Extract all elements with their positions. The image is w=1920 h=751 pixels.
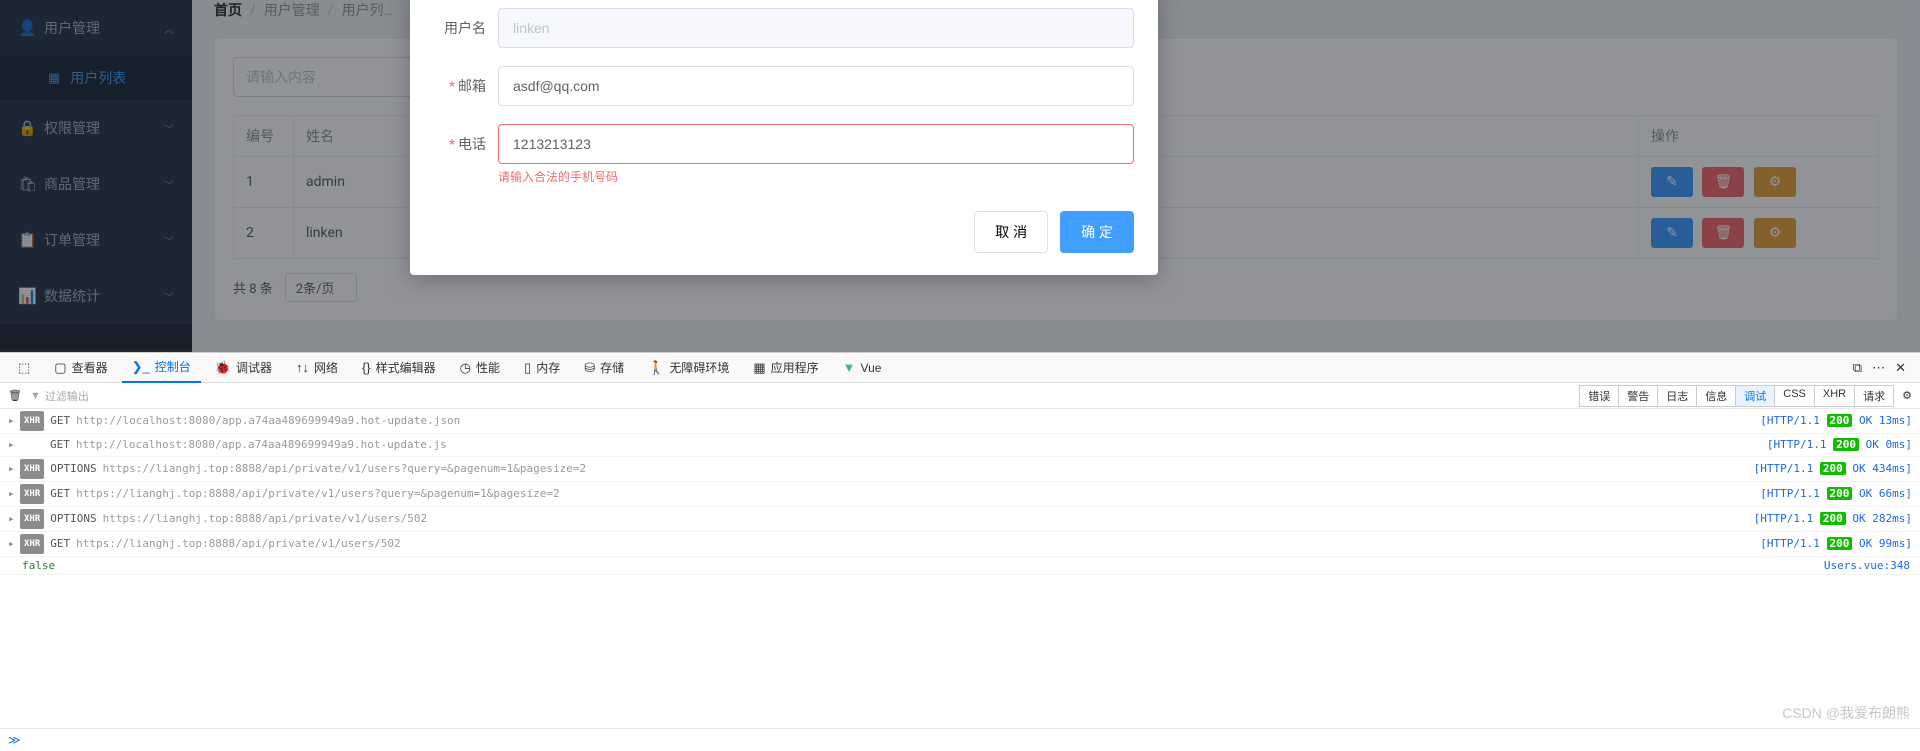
log-url: https://lianghj.top:8888/api/private/v1/… [103,510,428,528]
xhr-badge: XHR [20,411,44,431]
expand-arrow-icon[interactable]: ▸ [8,535,20,553]
expand-arrow-icon[interactable]: ▸ [8,436,20,454]
log-row[interactable]: ▸ XHR GET https://lianghj.top:8888/api/p… [0,482,1920,507]
inspector-picker[interactable]: ⬚ [8,354,40,382]
log-row[interactable]: ▸ GET http://localhost:8080/app.a74aa489… [0,434,1920,457]
tab-application[interactable]: ▦应用程序 [743,353,828,382]
filter-btn-请求[interactable]: 请求 [1854,385,1894,407]
dock-icon[interactable]: ⧉ [1853,360,1862,376]
devtools-tabs: ⬚ ▢查看器 ❯_控制台 🐞调试器 ↑↓网络 {}样式编辑器 ◷性能 ▯内存 ⛁… [0,353,1920,383]
expand-arrow-icon[interactable]: ▸ [8,485,20,503]
xhr-badge: XHR [20,459,44,479]
log-url: https://lianghj.top:8888/api/private/v1/… [76,535,401,553]
log-method: GET [50,535,70,553]
log-status: [HTTP/1.1 200 OK 0ms] [1767,436,1912,454]
filter-btn-警告[interactable]: 警告 [1618,385,1658,407]
tab-console[interactable]: ❯_控制台 [122,352,201,383]
username-label: 用户名 [434,8,498,38]
phone-error-msg: 请输入合法的手机号码 [498,168,1134,185]
tab-style-editor[interactable]: {}样式编辑器 [352,353,446,382]
log-status: [HTTP/1.1 200 OK 282ms] [1754,510,1912,528]
log-url: http://localhost:8080/app.a74aa489699949… [76,436,447,454]
log-source[interactable]: Users.vue:348 [1814,557,1920,574]
tab-vue[interactable]: ▼Vue [833,354,892,381]
confirm-button[interactable]: 确 定 [1060,211,1134,253]
filter-btn-错误[interactable]: 错误 [1579,385,1619,407]
log-status: [HTTP/1.1 200 OK 434ms] [1754,460,1912,478]
funnel-icon: ▼ [30,390,41,402]
log-row[interactable]: ▸ XHR GET https://lianghj.top:8888/api/p… [0,532,1920,557]
filter-btn-XHR[interactable]: XHR [1814,385,1855,407]
more-icon[interactable]: ⋯ [1872,360,1885,376]
filter-btn-日志[interactable]: 日志 [1657,385,1697,407]
tab-network[interactable]: ↑↓网络 [286,353,348,382]
console-filter-bar: 🗑 ▼ 过滤输出 错误警告日志信息调试CSSXHR请求 ⚙ [0,383,1920,409]
log-method: GET [50,412,70,430]
xhr-badge: XHR [20,509,44,529]
filter-input[interactable]: ▼ 过滤输出 [30,388,89,404]
log-row[interactable]: ▸ XHR OPTIONS https://lianghj.top:8888/a… [0,457,1920,482]
log-url: http://localhost:8080/app.a74aa489699949… [76,412,460,430]
filter-btn-调试[interactable]: 调试 [1735,385,1775,407]
log-value: false [0,557,77,574]
close-icon[interactable]: ✕ [1895,360,1906,376]
tab-performance[interactable]: ◷性能 [450,353,510,382]
xhr-badge: XHR [20,484,44,504]
log-method: GET [50,436,70,454]
tab-memory[interactable]: ▯内存 [514,353,570,382]
username-input [498,8,1134,48]
phone-label: *电话 [434,124,498,154]
log-method: OPTIONS [50,510,96,528]
devtools: ⬚ ▢查看器 ❯_控制台 🐞调试器 ↑↓网络 {}样式编辑器 ◷性能 ▯内存 ⛁… [0,352,1920,751]
log-row[interactable]: ▸ XHR GET http://localhost:8080/app.a74a… [0,409,1920,434]
log-url: https://lianghj.top:8888/api/private/v1/… [76,485,559,503]
watermark: CSDN @我爱布朗熊 [1782,703,1910,723]
cancel-button[interactable]: 取 消 [974,211,1048,253]
email-input[interactable] [498,66,1134,106]
phone-input[interactable] [498,124,1134,164]
filter-btn-信息[interactable]: 信息 [1696,385,1736,407]
trash-icon[interactable]: 🗑 [8,389,22,402]
tab-storage[interactable]: ⛁存储 [574,353,634,382]
log-status: [HTTP/1.1 200 OK 99ms] [1760,535,1912,553]
expand-arrow-icon[interactable]: ▸ [8,412,20,430]
log-row[interactable]: ▸ XHR OPTIONS https://lianghj.top:8888/a… [0,507,1920,532]
log-url: https://lianghj.top:8888/api/private/v1/… [103,460,586,478]
tab-inspector[interactable]: ▢查看器 [44,353,117,382]
log-status: [HTTP/1.1 200 OK 66ms] [1760,485,1912,503]
console-log[interactable]: ▸ XHR GET http://localhost:8080/app.a74a… [0,409,1920,728]
console-input[interactable]: ≫ [0,728,1920,751]
log-method: OPTIONS [50,460,96,478]
log-method: GET [50,485,70,503]
expand-arrow-icon[interactable]: ▸ [8,460,20,478]
log-status: [HTTP/1.1 200 OK 13ms] [1760,412,1912,430]
edit-user-dialog: 用户名 *邮箱 *电话 请输入合法的手机号码 取 消 确 [410,0,1158,275]
settings-gear-icon[interactable]: ⚙ [1902,389,1912,402]
expand-arrow-icon[interactable]: ▸ [8,510,20,528]
tab-debugger[interactable]: 🐞调试器 [205,353,282,382]
xhr-badge: XHR [20,534,44,554]
tab-accessibility[interactable]: 🚶无障碍环境 [638,353,739,382]
email-label: *邮箱 [434,66,498,96]
filter-btn-CSS[interactable]: CSS [1774,385,1815,407]
